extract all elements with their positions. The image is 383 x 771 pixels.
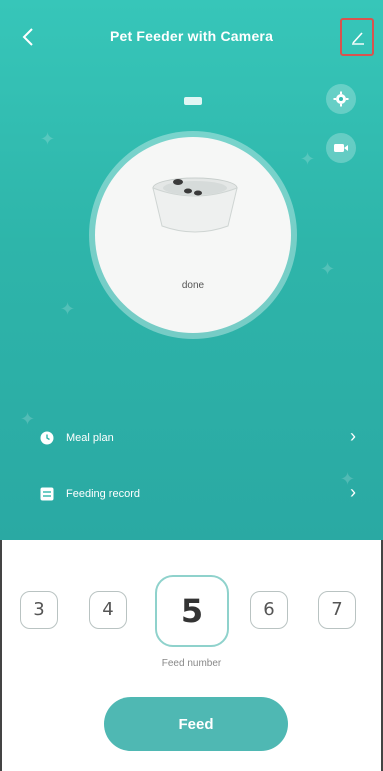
paw-icon: ✦	[20, 409, 36, 429]
settings-button[interactable]	[326, 84, 356, 114]
header: Pet Feeder with Camera	[0, 18, 383, 58]
feed-number-option[interactable]: 3	[20, 591, 58, 629]
gear-icon	[333, 91, 349, 107]
clock-icon	[40, 431, 54, 445]
feed-number-option[interactable]: 6	[250, 591, 288, 629]
battery-icon	[184, 97, 202, 105]
menu-item-label: Meal plan	[66, 432, 114, 444]
feed-number-option[interactable]: 4	[89, 591, 127, 629]
pencil-icon	[352, 32, 364, 45]
video-camera-icon	[334, 144, 348, 152]
chevron-right-icon: ›	[350, 482, 356, 502]
chevron-left-icon	[22, 28, 33, 46]
feed-number-selected[interactable]: 5	[155, 575, 229, 647]
feeder-status-card: done	[95, 137, 291, 333]
feeder-status-text: done	[181, 280, 205, 291]
paw-icon: ✦	[40, 129, 56, 149]
feed-number-option[interactable]: 7	[318, 591, 356, 629]
camera-button[interactable]	[326, 133, 356, 163]
paw-icon: ✦	[60, 299, 76, 319]
menu-item-feeding-record[interactable]: Feeding record ›	[36, 480, 356, 508]
screen: ✦ ✦ ✦ ✦ ✦ ✦ Pet Feeder with Camera done …	[0, 0, 383, 771]
back-button[interactable]	[14, 22, 42, 52]
edit-button[interactable]	[340, 18, 374, 56]
feed-button[interactable]: Feed	[104, 697, 288, 751]
page-title: Pet Feeder with Camera	[109, 28, 274, 44]
device-panel: ✦ ✦ ✦ ✦ ✦ ✦ Pet Feeder with Camera done …	[0, 0, 383, 540]
menu-item-meal-plan[interactable]: Meal plan ›	[36, 424, 356, 452]
bowl-image	[152, 177, 238, 233]
paw-icon: ✦	[320, 259, 336, 279]
menu-item-label: Feeding record	[66, 488, 140, 500]
feed-number-label: Feed number	[161, 658, 222, 669]
chevron-right-icon: ›	[350, 426, 356, 446]
list-icon	[40, 487, 54, 501]
paw-icon: ✦	[300, 149, 316, 169]
frame-edge	[0, 540, 2, 771]
